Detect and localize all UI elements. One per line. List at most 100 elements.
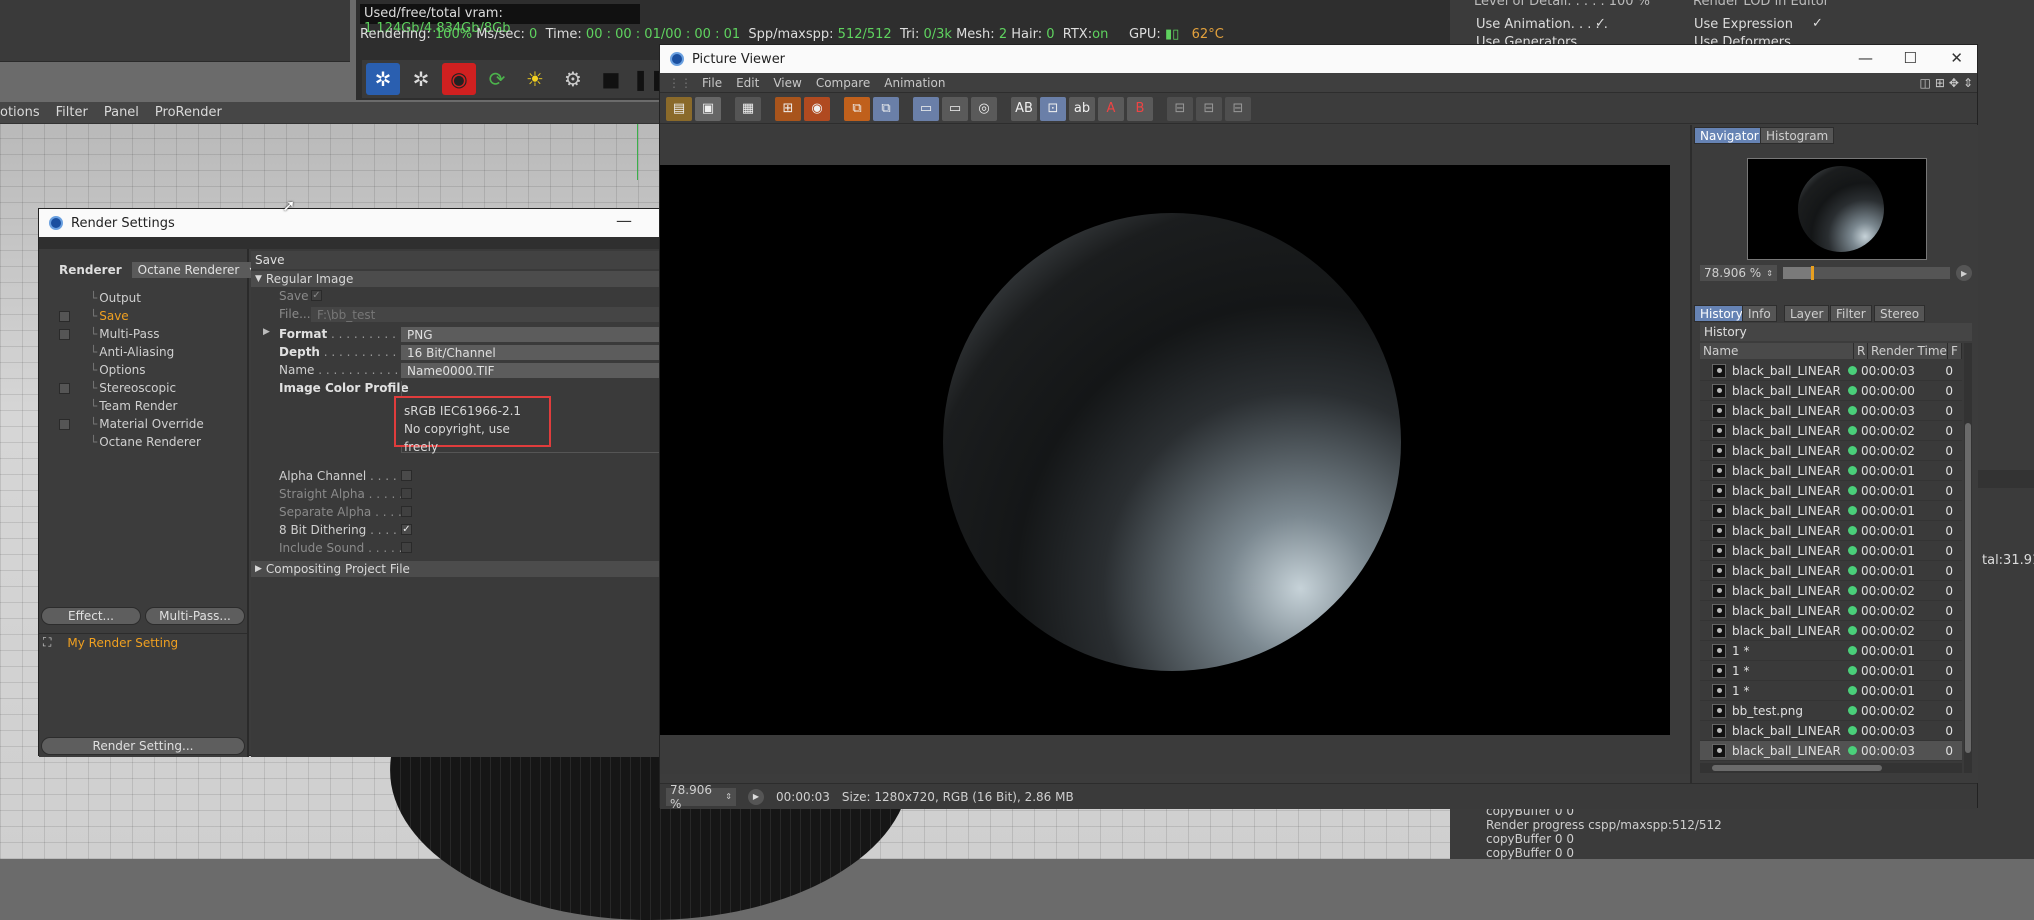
menu-panel[interactable]: Panel	[104, 105, 139, 120]
separate-alpha-checkbox[interactable]	[401, 506, 412, 517]
open-icon[interactable]: ▤	[666, 96, 692, 121]
history-row[interactable]: 1 * 00:00:01 0	[1700, 681, 1962, 701]
format-dropdown[interactable]: PNG	[401, 327, 664, 342]
tab-stereo[interactable]: Stereo	[1874, 305, 1926, 322]
history-row[interactable]: black_ball_LINEAR * 00:00:01 0	[1700, 461, 1962, 481]
gear-icon[interactable]: ⚙	[556, 63, 590, 95]
multipass-checkbox[interactable]	[59, 328, 70, 340]
compositing-group[interactable]: ▶ Compositing Project File	[251, 561, 664, 577]
history-row[interactable]: black_ball_LINEAR * 00:00:02 0	[1700, 601, 1962, 621]
history-row[interactable]: 1 * 00:00:01 0	[1700, 641, 1962, 661]
navigator-thumbnail[interactable]	[1747, 158, 1927, 260]
history-row[interactable]: black_ball_LINEAR * 00:00:02 0	[1700, 621, 1962, 641]
column-header-r[interactable]: R	[1854, 343, 1868, 359]
image-canvas-area[interactable]	[660, 125, 1690, 774]
save-enabled-checkbox[interactable]: ✓	[311, 290, 322, 301]
layout-3-icon[interactable]: ⊟	[1225, 96, 1251, 121]
sidebar-item-options[interactable]: └ Options	[59, 363, 146, 377]
effect-button[interactable]: Effect...	[41, 607, 141, 625]
copy-icon[interactable]: ⧉	[844, 96, 870, 121]
history-row[interactable]: black_ball_LINEAR * 00:00:01 0	[1700, 541, 1962, 561]
scrollbar-thumb[interactable]	[1712, 765, 1882, 771]
frame-icon[interactable]: ▭	[913, 96, 939, 121]
navigator-zoom-field[interactable]: 78.906 % ⇕	[1700, 265, 1777, 281]
ab-icon[interactable]: AB	[1011, 96, 1037, 121]
include-sound-checkbox[interactable]	[401, 542, 412, 553]
file-path-field[interactable]: F:\bb_test	[311, 307, 664, 322]
name-dropdown[interactable]: Name0000.TIF	[401, 363, 664, 378]
sidebar-item-output[interactable]: └ Output	[59, 291, 141, 305]
panel-toggle-icon[interactable]: ◫	[1919, 76, 1930, 90]
compare-icon[interactable]: ⧉	[873, 96, 899, 121]
sidebar-item-team-render[interactable]: └ Team Render	[59, 399, 178, 413]
zoom-slider[interactable]	[1782, 266, 1951, 280]
horizontal-scrollbar[interactable]	[1700, 763, 1962, 773]
sidebar-item-multipass[interactable]: └ Multi-Pass	[59, 327, 159, 341]
tab-histogram[interactable]: Histogram	[1760, 127, 1835, 144]
picture-viewer-titlebar[interactable]: Picture Viewer — ☐ ✕	[660, 45, 1977, 73]
sidebar-item-material-override[interactable]: └ Material Override	[59, 417, 204, 431]
tab-filter[interactable]: Filter	[1830, 305, 1872, 322]
menu-view[interactable]: View	[773, 76, 801, 90]
play-icon[interactable]: ▶	[1956, 265, 1972, 281]
refresh-icon[interactable]: ⟳	[480, 63, 514, 95]
minimize-icon[interactable]: —	[1858, 49, 1873, 67]
sun-icon[interactable]: ☀	[518, 63, 552, 95]
scrollbar-thumb[interactable]	[1965, 423, 1971, 753]
column-header-f[interactable]: F	[1948, 343, 1962, 359]
play-icon[interactable]: ▶	[748, 788, 764, 805]
octane-render-icon[interactable]: ✲	[366, 63, 400, 95]
dithering-checkbox[interactable]: ✓	[401, 524, 412, 535]
zoom-field[interactable]: 78.906 % ⇕	[666, 783, 736, 811]
set-b-icon[interactable]: B	[1127, 96, 1153, 121]
render-settings-titlebar[interactable]: Render Settings —	[39, 209, 662, 237]
sidebar-item-octane-renderer[interactable]: └ Octane Renderer	[59, 435, 201, 449]
render-region-icon[interactable]: ⊞	[775, 96, 801, 121]
frame-alt-icon[interactable]: ▭	[942, 96, 968, 121]
render-view-icon[interactable]: ◉	[804, 96, 830, 121]
straight-alpha-checkbox[interactable]	[401, 488, 412, 499]
zoom-slider-handle[interactable]	[1811, 266, 1815, 280]
save-checkbox[interactable]	[59, 310, 70, 322]
sidebar-item-stereoscopic[interactable]: └ Stereoscopic	[59, 381, 176, 395]
use-animation-check[interactable]: ✓	[1595, 16, 1606, 31]
menu-filter[interactable]: Filter	[56, 105, 88, 120]
history-row[interactable]: black_ball_LINEAR * 00:00:02 0	[1700, 581, 1962, 601]
history-row[interactable]: black_ball_LINEAR * 00:00:03 0	[1700, 401, 1962, 421]
history-row[interactable]: black_ball_LINEAR * 00:00:01 0	[1700, 481, 1962, 501]
layout-2-icon[interactable]: ⊟	[1196, 96, 1222, 121]
minimize-icon[interactable]: —	[616, 211, 632, 230]
renderer-dropdown[interactable]: Octane Renderer ▾	[131, 262, 262, 278]
ab-split-icon[interactable]: ab	[1069, 96, 1095, 121]
sidebar-item-save[interactable]: └ Save	[59, 309, 129, 323]
my-render-setting-item[interactable]: ⛶ My Render Setting	[39, 633, 247, 651]
layout-1-icon[interactable]: ⊟	[1167, 96, 1193, 121]
history-row[interactable]: black_ball_LINEAR * 00:00:03 0	[1700, 741, 1962, 761]
sidebar-item-antialiasing[interactable]: └ Anti-Aliasing	[59, 345, 174, 359]
split-icon[interactable]: ⊡	[1040, 96, 1066, 121]
close-icon[interactable]: ✕	[1950, 49, 1963, 67]
menu-prorender[interactable]: ProRender	[155, 105, 222, 120]
stereoscopic-checkbox[interactable]	[59, 382, 70, 394]
menu-file[interactable]: File	[702, 76, 722, 90]
history-row[interactable]: black_ball_LINEAR * 00:00:01 0	[1700, 501, 1962, 521]
multipass-button[interactable]: Multi-Pass...	[145, 607, 245, 625]
move-icon[interactable]: ✥	[1949, 76, 1959, 90]
render-setting-button[interactable]: Render Setting...	[41, 737, 245, 755]
depth-dropdown[interactable]: 16 Bit/Channel	[401, 345, 664, 360]
tab-info[interactable]: Info	[1742, 305, 1777, 322]
vertical-scrollbar[interactable]	[1964, 343, 1972, 773]
material-override-checkbox[interactable]	[59, 418, 70, 430]
maximize-icon[interactable]: ☐	[1904, 49, 1917, 67]
pin-icon[interactable]: ⇕	[1963, 76, 1973, 90]
menu-compare[interactable]: Compare	[816, 76, 870, 90]
camera-record-icon[interactable]: ◉	[442, 63, 476, 95]
history-row[interactable]: 1 * 00:00:01 0	[1700, 661, 1962, 681]
save-icon[interactable]: ▣	[695, 96, 721, 121]
history-row[interactable]: bb_test.png 00:00:02 0	[1700, 701, 1962, 721]
set-a-icon[interactable]: A	[1098, 96, 1124, 121]
menu-options[interactable]: otions	[0, 105, 40, 120]
history-row[interactable]: black_ball_LINEAR * 00:00:02 0	[1700, 421, 1962, 441]
alpha-checkbox[interactable]	[401, 470, 412, 481]
history-row[interactable]: black_ball_LINEAR * 00:00:01 0	[1700, 561, 1962, 581]
